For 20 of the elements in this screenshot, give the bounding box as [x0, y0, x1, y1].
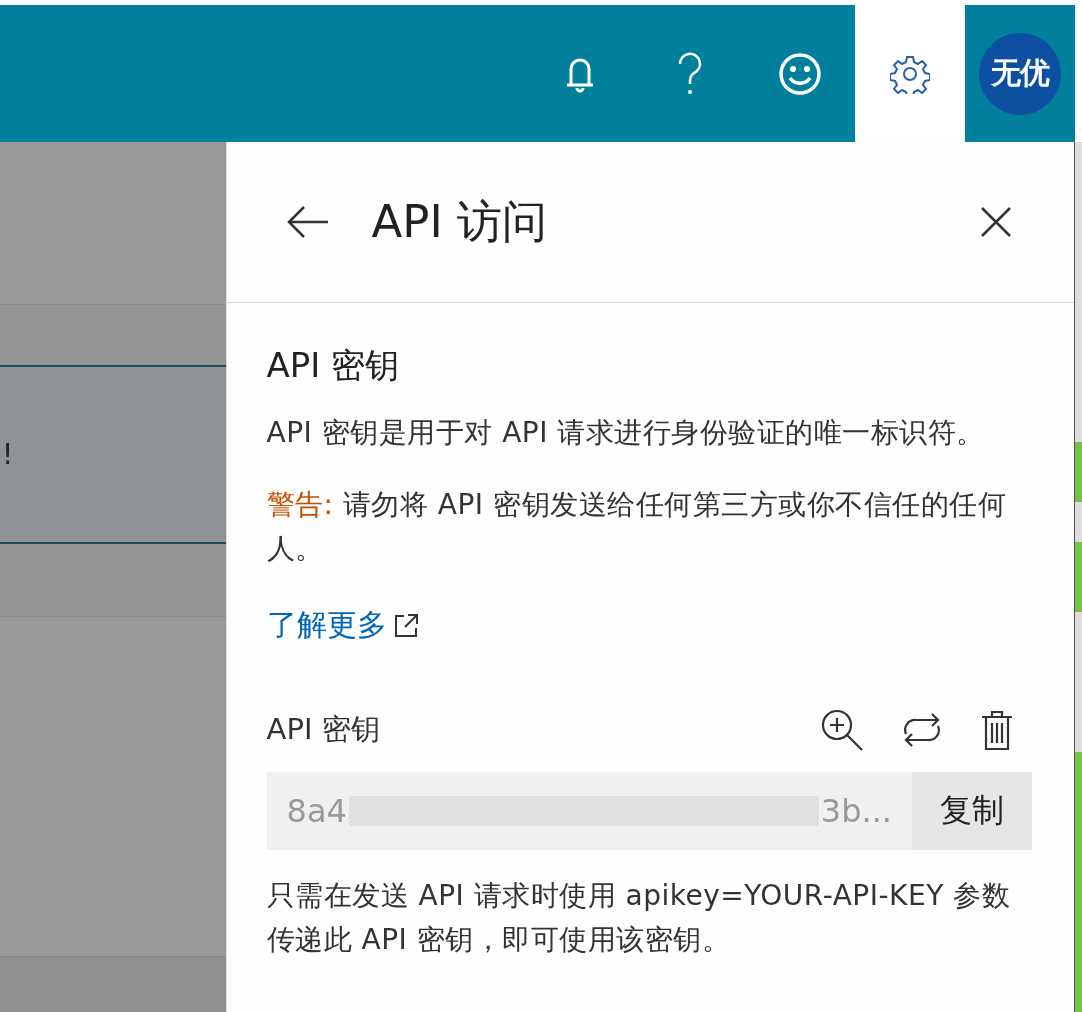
smiley-icon [778, 51, 822, 96]
zoom-in-icon[interactable] [820, 708, 864, 752]
key-end-text: 3b... [820, 792, 892, 830]
back-icon[interactable] [285, 205, 330, 239]
usage-text: 只需在发送 API 请求时使用 apikey=YOUR-API-KEY 参数传递此 API 密钥，即可使用该密钥。 [266, 878, 1012, 958]
banner-text: ! [2, 438, 14, 471]
learn-more-link[interactable]: 了解更多 [266, 605, 387, 646]
help-icon [676, 51, 704, 96]
copy-button[interactable]: 复制 [912, 772, 1032, 850]
key-start-text: 8a4 [286, 792, 347, 830]
panel-title: API 访问 [371, 194, 549, 250]
trash-icon[interactable] [980, 709, 1014, 751]
user-avatar[interactable]: 无优 [979, 32, 1061, 115]
external-link-icon [392, 612, 419, 639]
settings-icon [890, 53, 930, 94]
close-icon[interactable] [980, 206, 1012, 238]
warning-text: 警告: 请勿将 API 密钥发送给任何第三方或你不信任的任何人。 [266, 487, 1007, 567]
section-title: API 密钥 [266, 344, 401, 387]
description-text: API 密钥是用于对 API 请求进行身份验证的唯一标识符。 [266, 415, 986, 451]
key-label: API 密钥 [266, 711, 380, 748]
